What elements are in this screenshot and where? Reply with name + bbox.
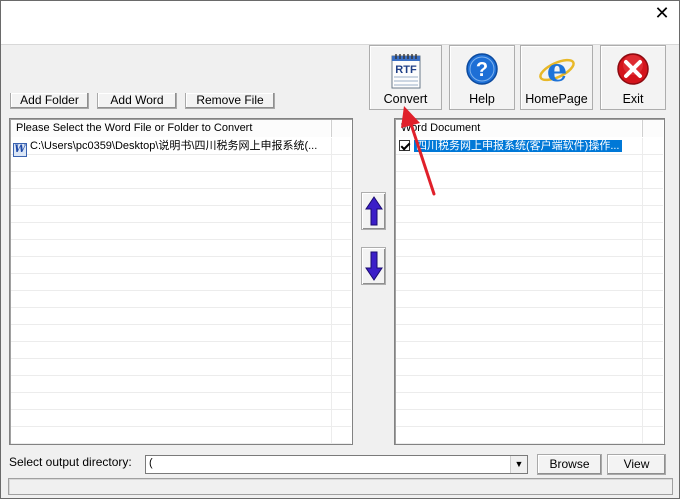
exit-button[interactable]: Exit — [600, 45, 666, 110]
source-column-header[interactable]: Please Select the Word File or Folder to… — [11, 120, 332, 137]
convert-button[interactable]: RTF Convert — [369, 45, 442, 110]
source-rows: W C:\Users\pc0359\Desktop\说明书\四川税务网上申报系统(… — [11, 138, 351, 444]
document-checkbox[interactable] — [399, 140, 410, 151]
close-icon[interactable]: ✕ — [650, 2, 674, 26]
word-document-list[interactable]: Word Document 四川税务网上申报系统(客户端软件)操作... — [394, 118, 665, 445]
add-word-button[interactable]: Add Word — [97, 93, 177, 109]
browse-button[interactable]: Browse — [537, 454, 602, 475]
move-up-button[interactable] — [361, 192, 386, 230]
rtf-icon-text: RTF — [395, 64, 417, 76]
output-directory-combo[interactable]: ( ▼ — [145, 455, 528, 474]
arrow-down-icon — [365, 251, 383, 281]
document-name: 四川税务网上申报系统(客户端软件)操作... — [414, 140, 622, 152]
ie-icon-text: e — [546, 51, 566, 89]
add-folder-button[interactable]: Add Folder — [10, 93, 89, 109]
exit-label: Exit — [622, 92, 644, 106]
move-down-button[interactable] — [361, 247, 386, 285]
help-button[interactable]: ? Help — [449, 45, 515, 110]
output-directory-value: ( — [149, 457, 153, 469]
rtf-notepad-icon: RTF — [391, 54, 420, 89]
help-label: Help — [469, 92, 495, 106]
file-path: C:\Users\pc0359\Desktop\说明书\四川税务网上申报系统(.… — [30, 140, 318, 152]
remove-file-button[interactable]: Remove File — [185, 93, 275, 109]
exit-icon — [617, 53, 649, 85]
output-directory-label: Select output directory: — [9, 455, 132, 469]
source-list-header: Please Select the Word File or Folder to… — [11, 120, 352, 137]
title-bar: ✕ — [0, 0, 680, 45]
ie-icon: e — [538, 51, 575, 89]
help-icon: ? — [466, 53, 498, 85]
document-column-header[interactable]: Word Document — [396, 120, 643, 137]
document-column-filler — [643, 120, 664, 137]
document-list-header: Word Document — [396, 120, 664, 137]
status-bar — [8, 478, 673, 495]
list-item[interactable]: W C:\Users\pc0359\Desktop\说明书\四川税务网上申报系统(… — [11, 138, 351, 157]
chevron-down-icon[interactable]: ▼ — [510, 456, 527, 473]
help-icon-text: ? — [476, 59, 488, 81]
view-button[interactable]: View — [607, 454, 666, 475]
homepage-label: HomePage — [525, 92, 588, 106]
arrow-up-icon — [365, 196, 383, 226]
source-file-list[interactable]: Please Select the Word File or Folder to… — [9, 118, 353, 445]
source-column-filler — [332, 120, 352, 137]
convert-label: Convert — [383, 92, 428, 106]
document-rows: 四川税务网上申报系统(客户端软件)操作... — [396, 138, 663, 444]
list-item[interactable]: 四川税务网上申报系统(客户端软件)操作... — [396, 138, 663, 155]
homepage-button[interactable]: e HomePage — [520, 45, 593, 110]
